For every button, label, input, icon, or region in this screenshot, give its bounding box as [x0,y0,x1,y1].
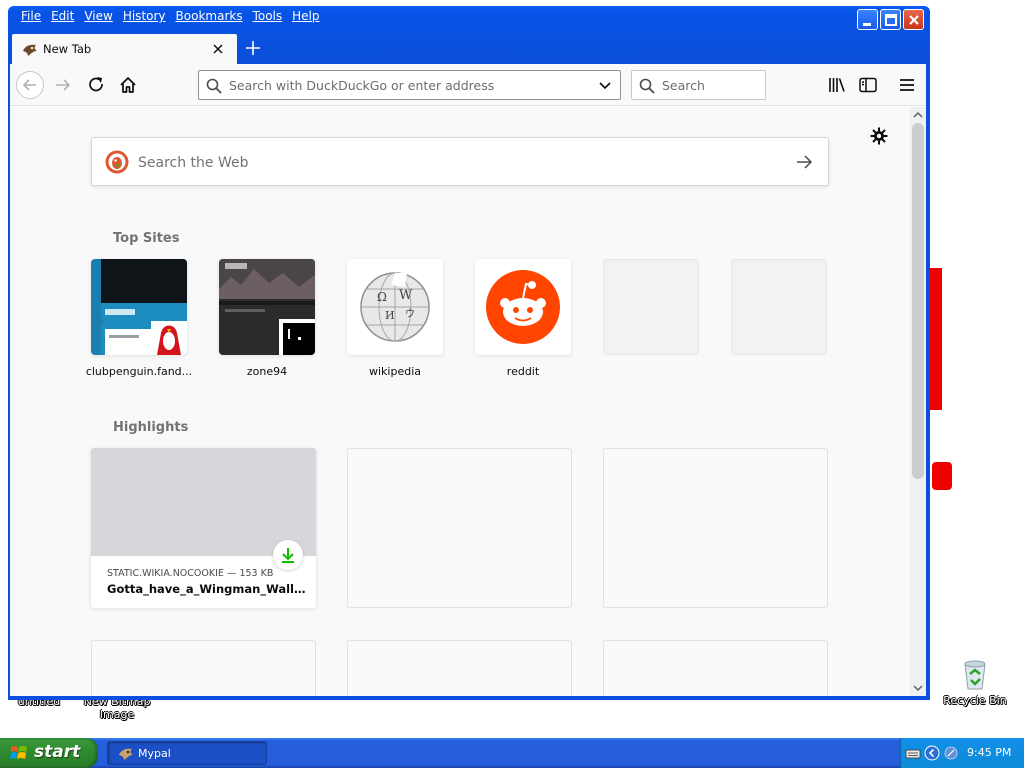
highlights-heading: Highlights [113,420,189,435]
reddit-logo-icon [475,259,571,355]
minimize-button[interactable] [857,9,878,30]
top-site-tile-wikipedia[interactable]: Ω W И ウ [347,259,443,355]
menu-file[interactable]: File [16,8,46,26]
search-icon [206,78,222,94]
home-icon[interactable] [116,73,140,97]
highlight-card[interactable]: STATIC.WIKIA.NOCOOKIE — 153 KB Gotta_hav… [91,448,316,608]
search-bar[interactable] [631,70,766,100]
scroll-down-arrow-icon[interactable] [913,683,923,693]
maximize-icon [885,14,897,26]
menu-help[interactable]: Help [287,8,324,26]
top-site-tile-reddit[interactable] [475,259,571,355]
gear-icon[interactable] [870,127,888,145]
taskbar-item-mypal[interactable]: Mypal [107,741,267,765]
url-bar[interactable] [198,70,621,100]
wikipedia-globe-icon: Ω W И ウ [347,259,443,355]
back-arrow-icon [22,79,36,91]
browser-content-frame: Top Sites clubpenguin.fand... [10,64,926,696]
desktop-icon-recycle-bin[interactable]: Recycle Bin [940,656,1010,718]
close-icon [909,15,919,25]
tab-strip: New Tab [10,32,926,65]
taskbar: start Mypal 9:45 PM [0,738,1024,768]
arrow-right-icon[interactable] [795,153,813,171]
forward-arrow-icon[interactable] [51,73,75,97]
search-icon [639,78,655,94]
highlight-card-empty [603,448,828,608]
svg-text:Ω: Ω [377,290,387,304]
chevron-down-icon[interactable] [597,78,613,94]
mypal-app-icon [119,748,133,760]
top-site-tile-clubpenguin[interactable] [91,259,187,355]
top-site-tile-zone94[interactable] [219,259,315,355]
top-site-label: wikipedia [368,365,421,378]
sidebar-icon[interactable] [856,73,880,97]
download-badge [273,540,303,570]
top-site-label: zone94 [246,365,288,378]
menu-bookmarks[interactable]: Bookmarks [171,8,248,26]
menu-bar: File Edit View History Bookmarks Tools H… [16,8,325,26]
network-icon[interactable] [943,745,959,761]
close-window-button[interactable] [903,9,924,30]
mypal-favicon-icon [23,44,37,56]
highlight-card-empty [603,640,828,696]
tab-new-tab[interactable]: New Tab [12,34,237,65]
highlight-card-title: Gotta_have_a_Wingman_Wallpa... [107,582,307,596]
tab-close-icon[interactable] [210,41,226,57]
windows-logo-icon [10,746,27,759]
highlight-card-empty [347,640,572,696]
highlight-card-source: STATIC.WIKIA.NOCOOKIE — 153 KB [107,568,274,579]
back-button[interactable] [16,71,44,99]
svg-text:И: И [385,309,395,322]
title-bar[interactable]: File Edit View History Bookmarks Tools H… [8,6,930,65]
top-sites-heading: Top Sites [113,231,180,246]
hamburger-menu-icon[interactable] [895,73,919,97]
duckduckgo-icon [105,150,129,174]
recycle-bin-icon [964,660,986,690]
keyboard-icon[interactable] [905,745,921,761]
tray-expand-chevron-icon[interactable] [924,745,940,761]
library-icon[interactable] [825,73,849,97]
menu-edit[interactable]: Edit [46,8,79,26]
top-site-label: reddit [506,365,540,378]
new-tab-page: Top Sites clubpenguin.fand... [10,107,910,696]
menu-view[interactable]: View [79,8,117,26]
reload-icon[interactable] [85,73,109,97]
top-site-tile-empty [731,259,827,355]
vertical-scrollbar[interactable] [910,107,926,696]
web-search-input[interactable] [138,153,778,172]
maximize-button[interactable] [880,9,901,30]
new-tab-plus-icon[interactable] [243,38,263,58]
web-search-box[interactable] [91,137,829,186]
menu-tools[interactable]: Tools [248,8,288,26]
search-input[interactable] [662,77,760,94]
top-site-tile-empty [603,259,699,355]
scrollbar-thumb[interactable] [912,123,924,479]
zone94-screenshot-thumbnail [219,259,315,355]
red-paint-shape [930,268,942,410]
system-tray: 9:45 PM [900,738,1024,768]
download-icon [282,548,294,563]
taskbar-item-label: Mypal [138,747,171,760]
highlight-card-empty [347,448,572,608]
menu-history[interactable]: History [118,8,171,26]
svg-text:ウ: ウ [405,308,415,320]
red-paint-shape [932,462,952,490]
top-site-label: clubpenguin.fand... [85,365,193,378]
url-input[interactable] [229,77,589,94]
start-label: start [34,742,81,762]
minimize-icon [863,23,871,26]
navigation-toolbar [10,64,926,106]
scroll-up-arrow-icon[interactable] [913,110,923,120]
tab-title: New Tab [43,42,92,56]
clock[interactable]: 9:45 PM [967,746,1011,759]
svg-text:W: W [399,288,413,303]
desktop-icon-label: Recycle Bin [943,694,1007,707]
browser-window: File Edit View History Bookmarks Tools H… [8,6,930,700]
start-button[interactable]: start [0,738,98,768]
highlight-card-empty [91,640,316,696]
clubpenguin-screenshot-thumbnail [91,259,187,355]
